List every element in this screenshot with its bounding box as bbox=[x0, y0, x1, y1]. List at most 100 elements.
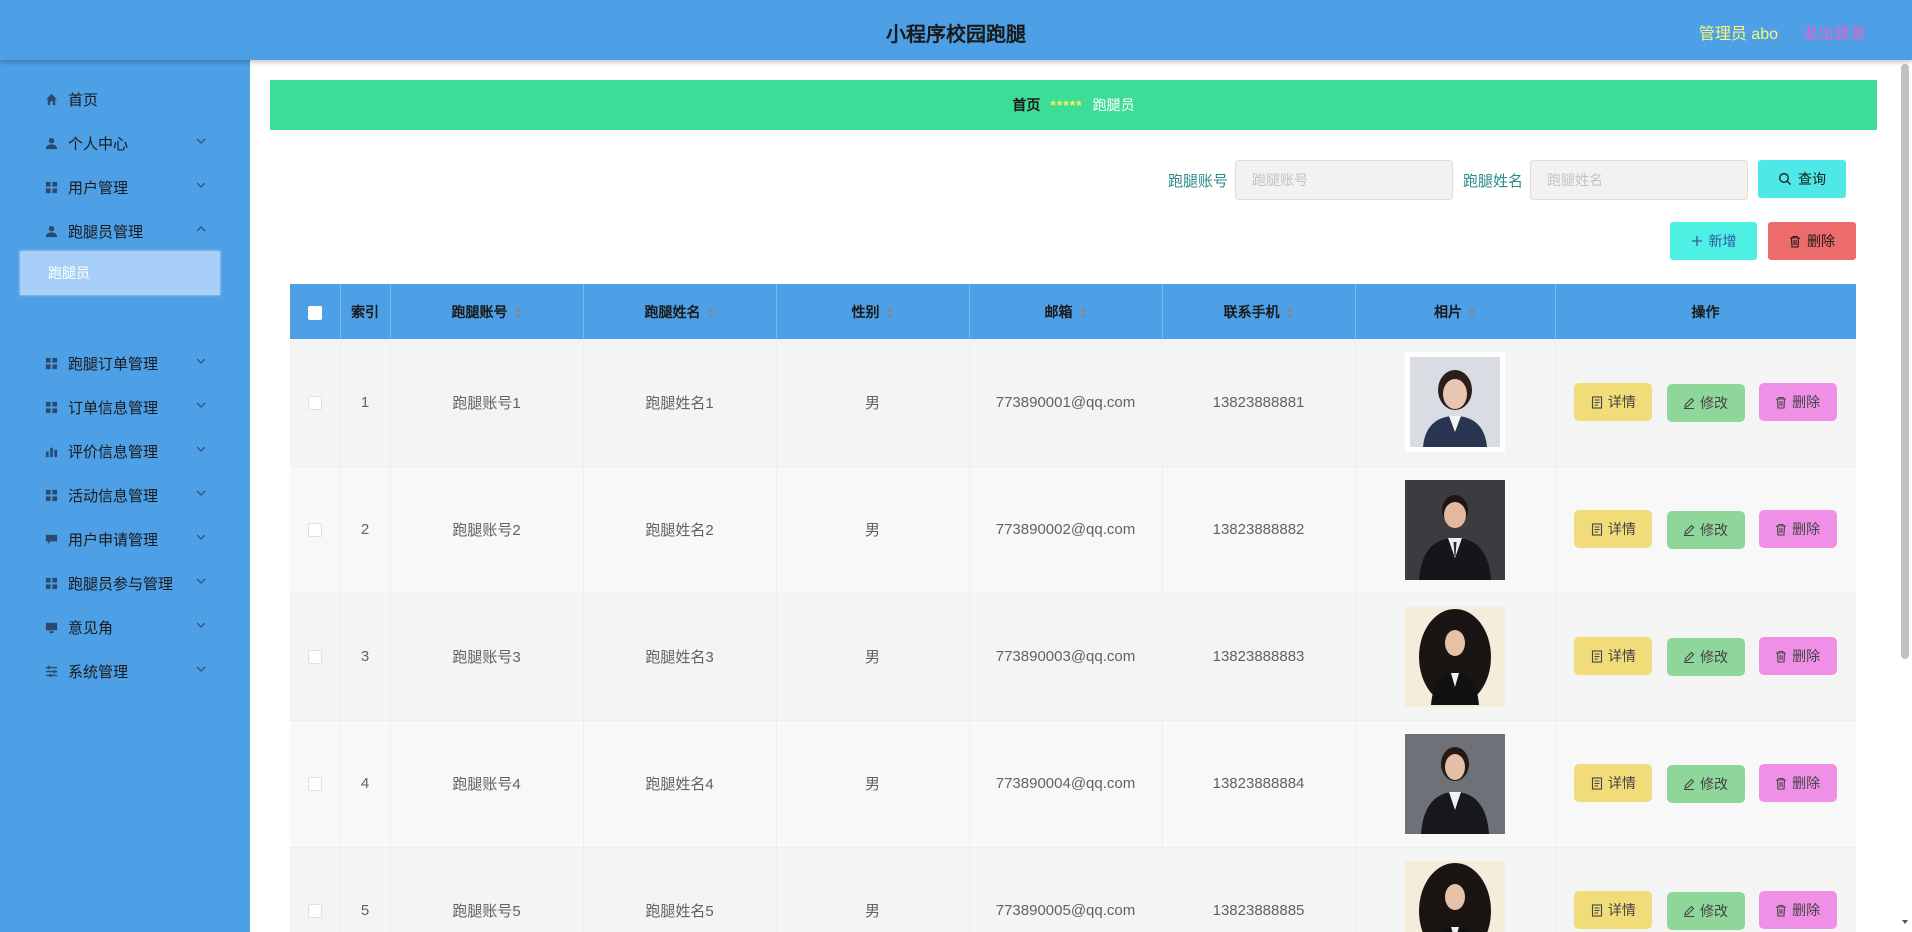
query-button[interactable]: 查询 bbox=[1758, 160, 1846, 198]
scroll-down-arrow[interactable] bbox=[1901, 918, 1909, 926]
trash-icon bbox=[1776, 523, 1787, 536]
phone-cell: 13823888884 bbox=[1162, 720, 1356, 848]
plus-icon bbox=[1691, 236, 1702, 246]
row-checkbox[interactable] bbox=[307, 777, 322, 792]
phone-cell: 13823888883 bbox=[1162, 593, 1356, 721]
email-cell: 773890003@qq.com bbox=[969, 593, 1163, 721]
email-cell: 773890001@qq.com bbox=[969, 339, 1163, 467]
index-cell: 3 bbox=[340, 593, 391, 721]
bar-chart-icon bbox=[44, 444, 58, 458]
batch-delete-button-label: 删除 bbox=[1807, 233, 1835, 249]
column-header-email[interactable]: 邮箱 bbox=[969, 284, 1163, 339]
row-checkbox[interactable] bbox=[307, 904, 322, 919]
row-select-cell bbox=[290, 593, 341, 721]
sidebar-item-label: 跑腿员管理 bbox=[68, 223, 144, 241]
delete-button[interactable]: 删除 bbox=[1758, 383, 1837, 421]
breadcrumb-home[interactable]: 首页 bbox=[1012, 95, 1040, 115]
chevron-down-icon bbox=[196, 138, 206, 144]
account-cell: 跑腿账号1 bbox=[390, 339, 584, 467]
column-header-gender[interactable]: 性别 bbox=[776, 284, 970, 339]
account-cell: 跑腿账号4 bbox=[390, 720, 584, 848]
delete-button[interactable]: 删除 bbox=[1758, 510, 1837, 549]
photo-cell bbox=[1355, 847, 1556, 932]
document-icon bbox=[1591, 395, 1602, 409]
sidebar-item-label: 系统管理 bbox=[68, 663, 129, 681]
sidebar-item-activity-management[interactable]: 活动信息管理 bbox=[0, 473, 250, 517]
column-header-account[interactable]: 跑腿账号 bbox=[390, 284, 584, 339]
name-search-input[interactable] bbox=[1530, 160, 1748, 200]
sidebar-item-home[interactable]: 首页 bbox=[0, 77, 250, 121]
delete-button[interactable]: 删除 bbox=[1758, 637, 1837, 676]
delete-button[interactable]: 删除 bbox=[1758, 764, 1837, 803]
sidebar-subitem-runner[interactable]: 跑腿员 bbox=[20, 251, 220, 295]
sidebar-item-system-management[interactable]: 系统管理 bbox=[0, 649, 250, 693]
name-cell: 跑腿姓名5 bbox=[583, 847, 777, 932]
select-all-checkbox[interactable] bbox=[307, 305, 322, 320]
name-search-label: 跑腿姓名 bbox=[1463, 173, 1524, 190]
chevron-down-icon bbox=[196, 490, 206, 496]
sidebar-item-review-management[interactable]: 评价信息管理 bbox=[0, 429, 250, 473]
row-checkbox[interactable] bbox=[307, 650, 322, 665]
user-icon bbox=[44, 136, 58, 150]
column-header-photo[interactable]: 相片 bbox=[1355, 284, 1556, 339]
row-checkbox[interactable] bbox=[307, 395, 322, 410]
breadcrumb: 首页 ***** 跑腿员 bbox=[270, 80, 1877, 130]
edit-button[interactable]: 修改 bbox=[1666, 383, 1745, 422]
runner-photo[interactable] bbox=[1405, 479, 1505, 580]
vertical-scrollbar[interactable] bbox=[1901, 64, 1909, 659]
row-select-cell bbox=[290, 847, 341, 932]
sidebar-item-personal-center[interactable]: 个人中心 bbox=[0, 121, 250, 165]
gender-cell: 男 bbox=[776, 466, 970, 594]
actions-cell: 详情 修改 删除 bbox=[1555, 339, 1856, 467]
column-header-phone[interactable]: 联系手机 bbox=[1162, 284, 1356, 339]
breadcrumb-separator: ***** bbox=[1050, 97, 1083, 113]
chevron-down-icon bbox=[196, 182, 206, 188]
detail-button[interactable]: 详情 bbox=[1574, 637, 1653, 676]
column-header-index: 索引 bbox=[340, 284, 391, 339]
runner-photo[interactable] bbox=[1405, 606, 1505, 707]
sliders-icon bbox=[44, 664, 58, 678]
select-all-cell bbox=[290, 284, 341, 339]
account-search-label: 跑腿账号 bbox=[1168, 173, 1229, 190]
sidebar-item-user-management[interactable]: 用户管理 bbox=[0, 165, 250, 209]
sidebar-item-user-application[interactable]: 用户申请管理 bbox=[0, 517, 250, 561]
table-row: 1 跑腿账号1 跑腿姓名1 男 773890001@qq.com 1382388… bbox=[290, 339, 1856, 467]
edit-button[interactable]: 修改 bbox=[1666, 637, 1745, 676]
sidebar-item-runner-participation[interactable]: 跑腿员参与管理 bbox=[0, 561, 250, 605]
delete-button[interactable]: 删除 bbox=[1758, 891, 1837, 930]
sidebar-item-runner-order-management[interactable]: 跑腿订单管理 bbox=[0, 341, 250, 385]
runner-photo[interactable] bbox=[1405, 352, 1505, 453]
runner-photo[interactable] bbox=[1405, 733, 1505, 834]
runner-photo[interactable] bbox=[1405, 860, 1505, 932]
logout-link[interactable]: 退出登录 bbox=[1802, 20, 1866, 44]
sidebar-item-runner-management[interactable]: 跑腿员管理 bbox=[0, 209, 250, 253]
name-cell: 跑腿姓名4 bbox=[583, 720, 777, 848]
photo-cell bbox=[1355, 593, 1556, 721]
sidebar-item-order-info-management[interactable]: 订单信息管理 bbox=[0, 385, 250, 429]
grid-icon bbox=[44, 356, 58, 370]
actions-cell: 详情 修改 删除 bbox=[1555, 847, 1856, 932]
chevron-down-icon bbox=[196, 534, 206, 540]
add-button-label: 新增 bbox=[1708, 233, 1737, 249]
chevron-down-icon bbox=[196, 402, 206, 408]
detail-button[interactable]: 详情 bbox=[1574, 383, 1653, 421]
photo-cell bbox=[1355, 339, 1556, 467]
detail-button[interactable]: 详情 bbox=[1574, 764, 1653, 803]
column-header-name[interactable]: 跑腿姓名 bbox=[583, 284, 777, 339]
detail-button[interactable]: 详情 bbox=[1574, 891, 1653, 930]
sidebar-item-feedback[interactable]: 意见角 bbox=[0, 605, 250, 649]
edit-button[interactable]: 修改 bbox=[1666, 891, 1745, 930]
monitor-icon bbox=[44, 620, 58, 634]
add-button[interactable]: 新增 bbox=[1670, 222, 1757, 260]
user-icon bbox=[44, 224, 58, 238]
phone-cell: 13823888882 bbox=[1162, 466, 1356, 594]
edit-button[interactable]: 修改 bbox=[1666, 764, 1745, 803]
account-search-input[interactable] bbox=[1235, 160, 1453, 200]
edit-button[interactable]: 修改 bbox=[1666, 510, 1745, 549]
gender-cell: 男 bbox=[776, 593, 970, 721]
batch-delete-button[interactable]: 删除 bbox=[1768, 222, 1856, 260]
detail-button[interactable]: 详情 bbox=[1574, 510, 1653, 549]
row-checkbox[interactable] bbox=[307, 523, 322, 538]
row-select-cell bbox=[290, 720, 341, 848]
name-cell: 跑腿姓名2 bbox=[583, 466, 777, 594]
